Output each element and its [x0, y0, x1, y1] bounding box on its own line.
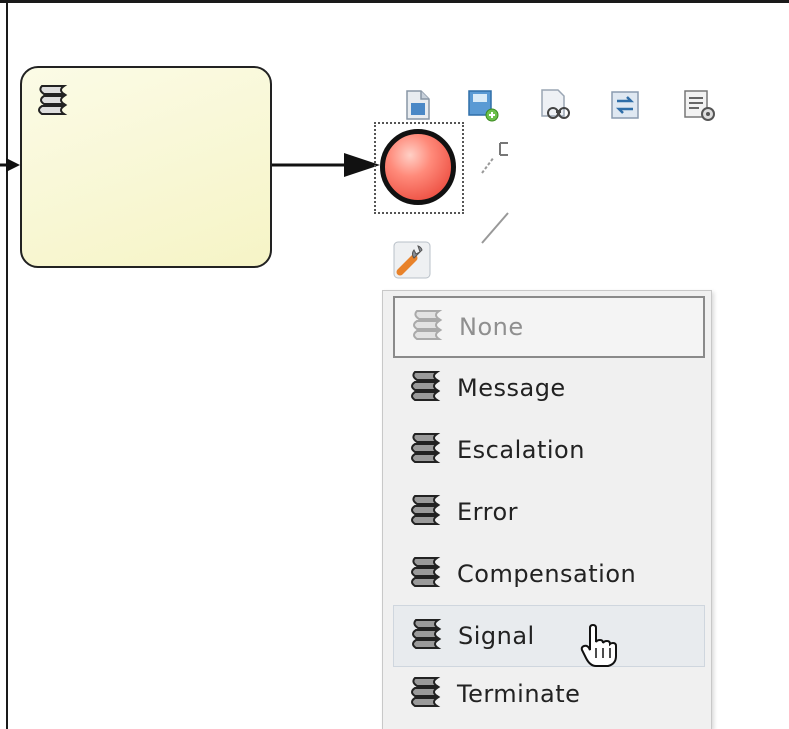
- menu-item-terminate[interactable]: Terminate: [393, 663, 705, 725]
- search-binoculars-icon[interactable]: [538, 88, 572, 122]
- document-icon[interactable]: [400, 88, 434, 122]
- canvas-border-top: [0, 0, 789, 3]
- menu-item-error[interactable]: Error: [393, 481, 705, 543]
- script-icon: [399, 430, 451, 470]
- convert-icon[interactable]: [608, 88, 642, 122]
- annotation-icon[interactable]: [478, 140, 512, 174]
- hand-cursor-icon: [580, 624, 617, 667]
- script-icon: [399, 492, 451, 532]
- task-node[interactable]: [20, 66, 272, 268]
- menu-item-label: Escalation: [457, 436, 585, 464]
- sequence-flow-to-end[interactable]: [272, 150, 382, 180]
- menu-item-label: Error: [457, 498, 518, 526]
- menu-item-signal[interactable]: Signal: [393, 605, 705, 667]
- menu-item-compensation[interactable]: Compensation: [393, 543, 705, 605]
- menu-item-label: Compensation: [457, 560, 637, 588]
- properties-icon[interactable]: [682, 88, 716, 122]
- script-icon: [34, 82, 72, 126]
- connector-icon[interactable]: [478, 210, 512, 244]
- script-icon: [400, 616, 452, 656]
- menu-item-label: Message: [457, 374, 566, 402]
- script-icon: [399, 554, 451, 594]
- canvas-border-left: [6, 0, 8, 729]
- morph-wrench-icon[interactable]: [392, 240, 432, 280]
- script-icon: [401, 307, 453, 347]
- script-icon: [399, 368, 451, 408]
- end-event-node[interactable]: [380, 129, 456, 205]
- script-icon: [399, 674, 451, 714]
- menu-item-none[interactable]: None: [393, 296, 705, 358]
- menu-item-label: None: [459, 313, 524, 341]
- add-node-icon[interactable]: [466, 88, 500, 122]
- menu-item-label: Signal: [458, 622, 535, 650]
- end-event-type-menu: None Message Escalation Error Compensati…: [382, 290, 712, 729]
- incoming-sequence-flow[interactable]: [0, 155, 20, 175]
- menu-item-label: Terminate: [457, 680, 581, 708]
- menu-item-message[interactable]: Message: [393, 357, 705, 419]
- menu-item-escalation[interactable]: Escalation: [393, 419, 705, 481]
